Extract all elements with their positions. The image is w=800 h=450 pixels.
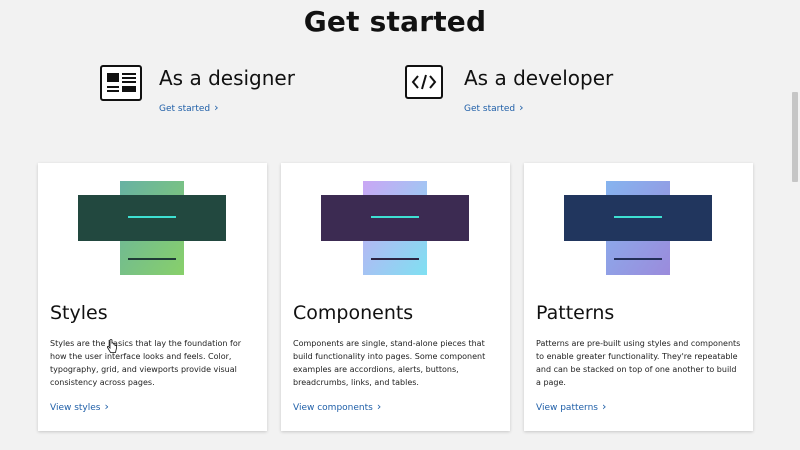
designer-get-started-link[interactable]: Get started › [159, 101, 219, 114]
card-styles: Styles Styles are the basics that lay th… [38, 163, 267, 431]
intro-designer-title: As a designer [159, 66, 295, 90]
components-illustration [321, 181, 469, 275]
card-patterns-title: Patterns [536, 302, 615, 324]
chevron-right-icon: › [519, 101, 524, 114]
intro-developer-title: As a developer [464, 66, 614, 90]
view-components-link[interactable]: View components › [293, 400, 382, 413]
layout-icon [100, 65, 142, 101]
card-components: Components Components are single, stand-… [281, 163, 510, 431]
card-styles-description: Styles are the basics that lay the found… [50, 339, 241, 387]
view-components-label: View components [293, 403, 373, 413]
view-styles-label: View styles [50, 403, 101, 413]
card-styles-title: Styles [50, 302, 108, 324]
designer-get-started-label: Get started [159, 104, 211, 114]
chevron-right-icon: › [214, 101, 219, 114]
hand-cursor-icon [106, 339, 117, 353]
chevron-right-icon: › [104, 400, 109, 413]
patterns-illustration [564, 181, 712, 275]
developer-get-started-label: Get started [464, 104, 516, 114]
view-patterns-label: View patterns [536, 403, 598, 413]
scrollbar-thumb[interactable] [792, 92, 798, 182]
chevron-right-icon: › [601, 400, 607, 413]
card-patterns: Patterns Patterns are pre-built using st… [524, 163, 753, 431]
chevron-right-icon: › [376, 400, 382, 413]
card-components-title: Components [293, 302, 414, 324]
page-title: Get started [303, 5, 487, 38]
styles-illustration [78, 181, 226, 275]
developer-get-started-link[interactable]: Get started › [464, 101, 524, 114]
card-patterns-description: Patterns are pre-built using styles and … [536, 339, 741, 387]
view-patterns-link[interactable]: View patterns › [536, 400, 607, 413]
scrollbar[interactable] [790, 0, 800, 450]
card-components-description: Components are single, stand-alone piece… [293, 339, 486, 387]
code-icon [405, 65, 443, 99]
view-styles-link[interactable]: View styles › [50, 400, 109, 413]
